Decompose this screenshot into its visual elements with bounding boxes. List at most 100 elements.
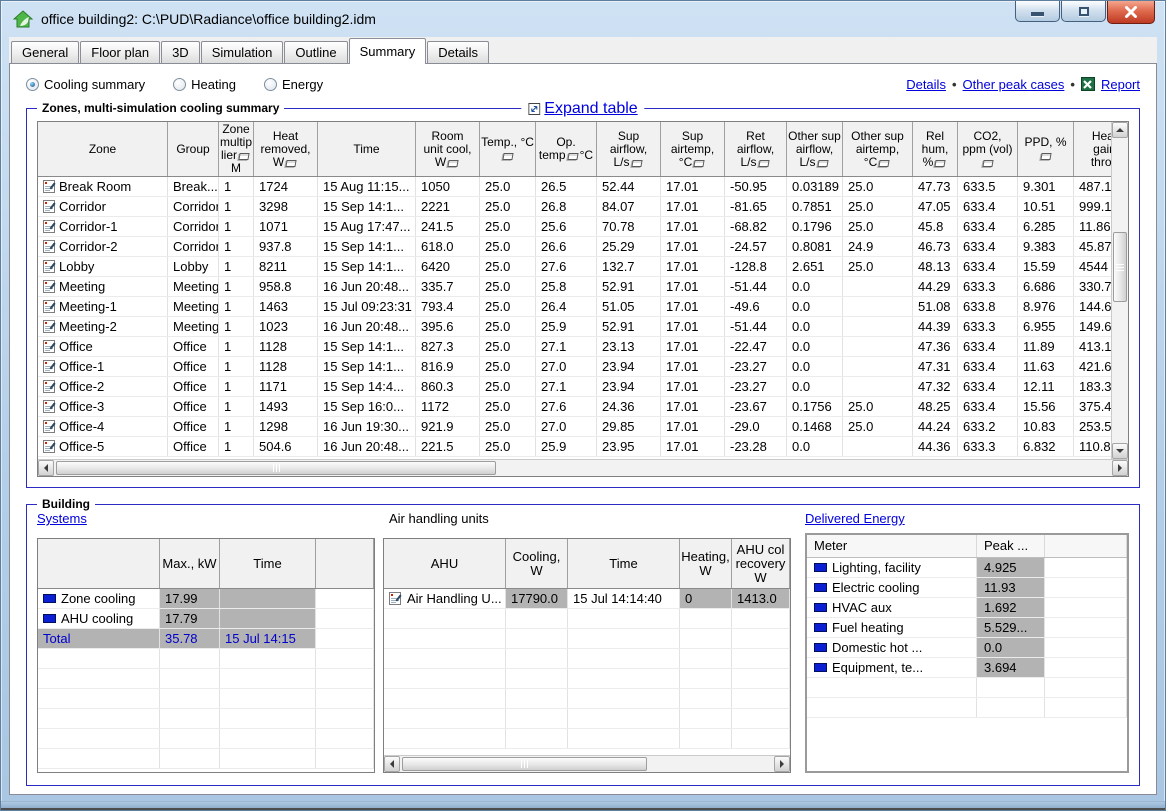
- cell-other-sup-airtemp-c: [843, 277, 913, 296]
- tab-simulation[interactable]: Simulation: [201, 41, 284, 63]
- cell-zone-multiplier-m: 1: [219, 417, 254, 436]
- zone-name-cell[interactable]: Meeting-2: [38, 317, 168, 336]
- scroll-left-button[interactable]: [384, 756, 400, 772]
- zone-name-cell[interactable]: Office: [38, 337, 168, 356]
- cell-room-unit-cool-w: 921.9: [416, 417, 480, 436]
- vertical-scroll-thumb[interactable]: [1113, 232, 1127, 302]
- cell-sup-airtemp-c: 17.01: [661, 257, 725, 276]
- meter-row-hvac-aux: HVAC aux1.692: [807, 598, 1127, 618]
- cell: [568, 729, 680, 748]
- tab-outline[interactable]: Outline: [284, 41, 347, 63]
- zones-horizontal-scrollbar[interactable]: [38, 459, 1128, 476]
- combo-box-icon: [502, 153, 513, 160]
- scroll-down-button[interactable]: [1112, 443, 1128, 459]
- zone-object-icon: [43, 320, 56, 333]
- radio-label-cooling-summary: Cooling summary: [44, 77, 145, 92]
- scroll-right-button[interactable]: [774, 756, 790, 772]
- systems-link[interactable]: Systems: [37, 511, 87, 526]
- cell-op-temp-c: 25.8: [536, 277, 597, 296]
- zone-name-cell[interactable]: Office-5: [38, 437, 168, 456]
- cell: [316, 669, 374, 688]
- systems-row-empty: [38, 649, 374, 669]
- radio-option-cooling-summary[interactable]: Cooling summary: [26, 77, 145, 92]
- expand-table-link[interactable]: Expand table: [544, 100, 637, 118]
- zone-name-cell[interactable]: Lobby: [38, 257, 168, 276]
- cell-temp-c: 25.0: [480, 397, 536, 416]
- restore-button[interactable]: [1061, 1, 1106, 22]
- cell: [732, 689, 790, 708]
- tab-floor-plan[interactable]: Floor plan: [80, 41, 160, 63]
- zone-name-cell[interactable]: Corridor-2: [38, 237, 168, 256]
- other-peak-cases-link[interactable]: Other peak cases: [963, 77, 1065, 92]
- cell-other-sup-airtemp-c: 24.9: [843, 237, 913, 256]
- tab-general[interactable]: General: [11, 41, 79, 63]
- zones-vertical-scrollbar[interactable]: [1111, 122, 1128, 459]
- scroll-up-button[interactable]: [1112, 122, 1128, 138]
- radio-option-energy[interactable]: Energy: [264, 77, 323, 92]
- row-label: [38, 689, 160, 708]
- horizontal-scroll-thumb[interactable]: [402, 757, 647, 771]
- cell-blank: [1045, 558, 1127, 577]
- scroll-left-button[interactable]: [38, 460, 54, 476]
- close-button[interactable]: [1107, 1, 1155, 24]
- tab-summary[interactable]: Summary: [349, 38, 427, 64]
- cell-room-unit-cool-w: 2221: [416, 197, 480, 216]
- app-house-icon: [13, 10, 33, 28]
- meter-name: Lighting, facility: [832, 560, 921, 575]
- column-header-group: Group: [168, 122, 219, 176]
- zone-name-cell[interactable]: Office-3: [38, 397, 168, 416]
- minimize-icon: [1031, 12, 1044, 16]
- cell: [680, 709, 732, 728]
- ahu-horizontal-scrollbar[interactable]: [384, 755, 790, 772]
- window-title: office building2: C:\PUD\Radiance\office…: [41, 11, 376, 27]
- zone-name-cell[interactable]: Break Room: [38, 177, 168, 196]
- cell: [568, 709, 680, 728]
- cell: [220, 689, 316, 708]
- cell: [316, 749, 374, 768]
- column-header-temp-c: Temp., °C: [480, 122, 536, 176]
- expand-table[interactable]: Expand table: [521, 100, 644, 118]
- zone-object-icon: [43, 340, 56, 353]
- scroll-right-button[interactable]: [1112, 460, 1128, 476]
- excel-report-icon: [1081, 77, 1095, 91]
- radio-option-heating[interactable]: Heating: [173, 77, 236, 92]
- cell-co2-ppm-vol: 633.2: [958, 417, 1018, 436]
- minimize-button[interactable]: [1015, 1, 1060, 22]
- cell-sup-airtemp-c: 17.01: [661, 357, 725, 376]
- details-link[interactable]: Details: [906, 77, 946, 92]
- zone-name: Meeting: [59, 279, 105, 294]
- cell-co2-ppm-vol: 633.4: [958, 357, 1018, 376]
- zone-row-office-1: Office-1Office1112815 Sep 14:1...816.925…: [38, 357, 1128, 377]
- horizontal-scroll-thumb[interactable]: [56, 461, 496, 475]
- zone-name-cell[interactable]: Office-1: [38, 357, 168, 376]
- ahu-name-cell[interactable]: Air Handling U...: [384, 589, 506, 608]
- tab-details[interactable]: Details: [427, 41, 489, 63]
- zone-name-cell[interactable]: Meeting: [38, 277, 168, 296]
- app-window: office building2: C:\PUD\Radiance\office…: [0, 0, 1166, 811]
- cell-rel-hum: 48.25: [913, 397, 958, 416]
- column-header-meter: Meter: [807, 535, 977, 557]
- zone-name-cell[interactable]: Meeting-1: [38, 297, 168, 316]
- tab-3d[interactable]: 3D: [161, 41, 200, 63]
- cell: [568, 609, 680, 628]
- zone-name-cell[interactable]: Office-4: [38, 417, 168, 436]
- cell-sup-airtemp-c: 17.01: [661, 337, 725, 356]
- column-header-cooling-w: Cooling,W: [506, 539, 568, 588]
- ahu-table-header: AHUCooling,WTimeHeating,WAHU colrecovery…: [384, 539, 790, 589]
- delivered-energy-link[interactable]: Delivered Energy: [805, 511, 905, 526]
- zone-name-cell[interactable]: Corridor: [38, 197, 168, 216]
- ahu-name-cell: [384, 709, 506, 728]
- cell-zone-multiplier-m: 1: [219, 197, 254, 216]
- zone-name-cell[interactable]: Office-2: [38, 377, 168, 396]
- building-groupbox: Building Systems Max., kWTime Zone cooli…: [26, 504, 1140, 786]
- report-link[interactable]: Report: [1101, 77, 1140, 92]
- cell-sup-airtemp-c: 17.01: [661, 317, 725, 336]
- cell-time: 15 Aug 11:15...: [318, 177, 416, 196]
- cell-ret-airflow-l-s: -81.65: [725, 197, 787, 216]
- cell: 0: [680, 589, 732, 608]
- cell-other-sup-airtemp-c: 25.0: [843, 257, 913, 276]
- zone-name-cell[interactable]: Corridor-1: [38, 217, 168, 236]
- zone-name: Office-5: [59, 439, 104, 454]
- cell: [316, 589, 374, 608]
- row-label: AHU cooling: [38, 609, 160, 628]
